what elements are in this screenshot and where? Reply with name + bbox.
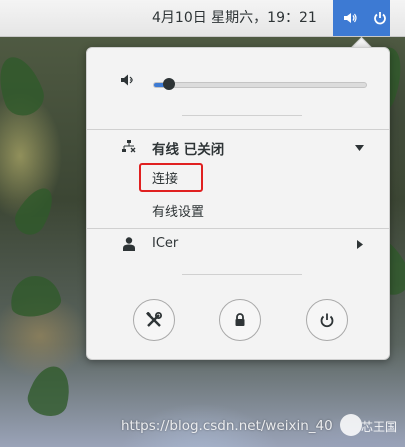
wechat-logo-icon [340, 414, 362, 436]
system-menu: 有线 已关闭 连接 有线设置 ICer [86, 47, 390, 360]
lock-icon [235, 313, 245, 326]
settings-button[interactable] [133, 299, 175, 341]
menu-item-connect[interactable]: 连接 [87, 166, 389, 190]
volume-icon [344, 13, 357, 23]
speaker-muted-icon [121, 74, 133, 86]
triangle-right-icon[interactable] [357, 240, 363, 249]
user-account-item[interactable]: ICer [87, 233, 389, 255]
power-off-button[interactable] [306, 299, 348, 341]
system-status-indicators[interactable] [333, 0, 390, 36]
annotation-highlight-box [139, 163, 203, 192]
wallpaper-leaf [6, 271, 64, 321]
wallpaper-leaf [0, 50, 50, 122]
wallpaper-leaf [24, 361, 76, 421]
lock-button[interactable] [219, 299, 261, 341]
wallpaper-leaf [9, 181, 61, 241]
watermark-url: https://blog.csdn.net/weixin_40 [121, 418, 333, 434]
volume-slider[interactable] [153, 78, 367, 90]
top-panel: 4月10日 星期六，19：21 [0, 0, 405, 37]
clock[interactable]: 4月10日 星期六，19：21 [152, 0, 317, 36]
triangle-down-icon[interactable] [355, 145, 364, 151]
user-icon [123, 237, 135, 251]
power-icon [374, 12, 386, 25]
wired-network-icon [122, 140, 136, 153]
wired-network-status: 有线 已关闭 [152, 142, 225, 158]
settings-icon [146, 312, 162, 327]
divider [87, 228, 389, 229]
divider [87, 129, 389, 130]
divider [182, 274, 302, 275]
power-off-icon [320, 313, 334, 328]
user-name: ICer [152, 236, 179, 251]
menu-item-label: 有线设置 [152, 205, 205, 220]
wired-network-header[interactable]: 有线 已关闭 [87, 136, 389, 158]
menu-item-wired-settings[interactable]: 有线设置 [87, 199, 389, 223]
watermark-account-name: 芯王国 [361, 420, 398, 434]
divider [182, 115, 302, 116]
volume-slider-handle[interactable] [162, 78, 175, 90]
